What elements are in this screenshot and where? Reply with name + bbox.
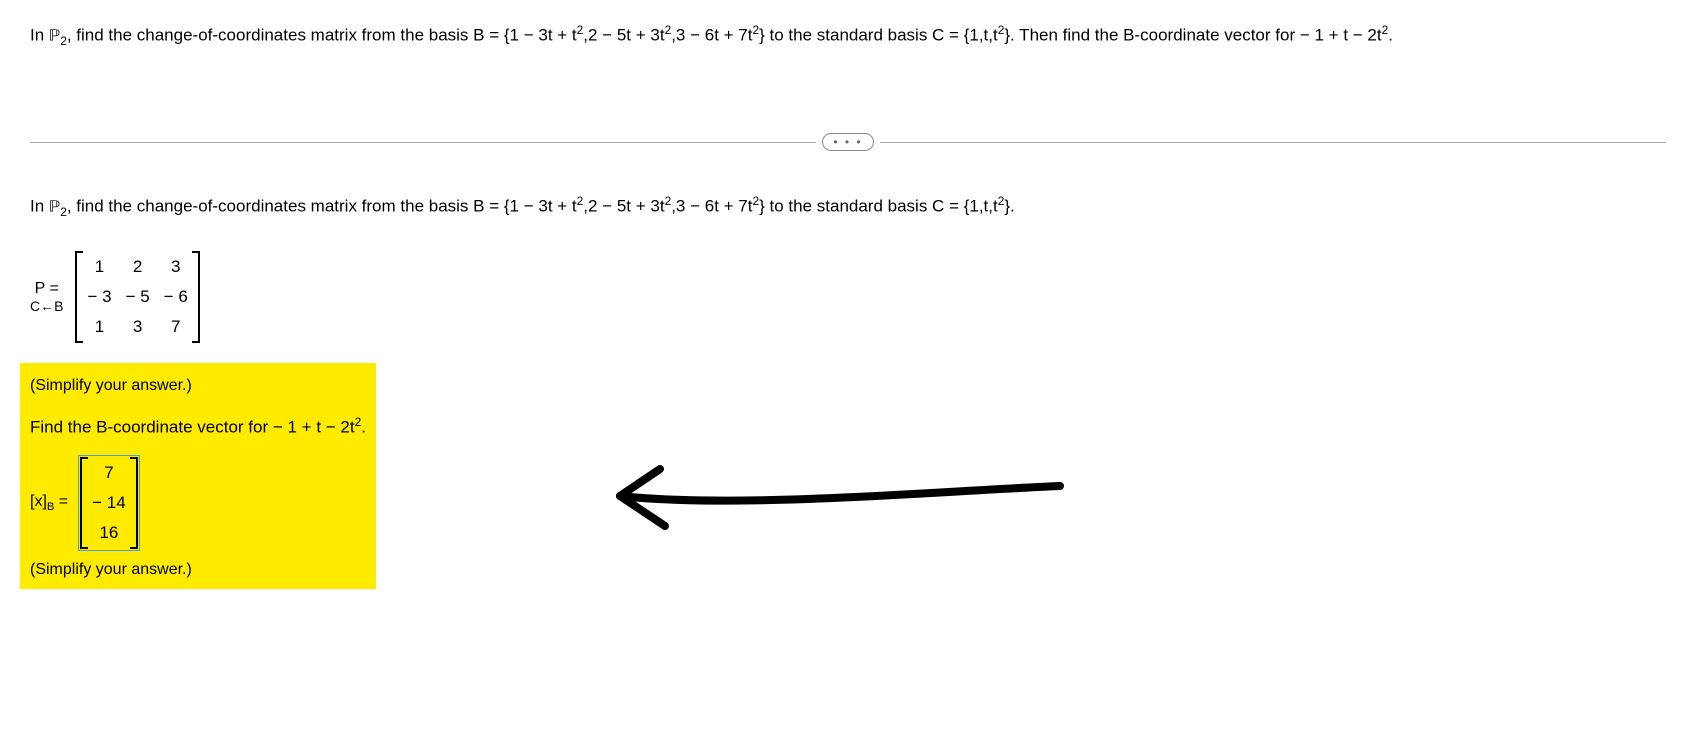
text: ,3 − 6t + 7t [671, 197, 752, 216]
p-symbol: ℙ [49, 29, 60, 46]
p-label: P = C←B [30, 280, 63, 314]
simplify-note-2: (Simplify your answer.) [30, 561, 366, 579]
text: ,2 − 5t + 3t [583, 197, 664, 216]
bracket-right [130, 457, 138, 549]
question-top-line: In ℙ2, find the change-of-coordinates ma… [30, 20, 1666, 53]
text: , find the change-of-coordinates matrix … [67, 197, 504, 216]
bracket-left [80, 457, 88, 549]
p-matrix-row: P = C←B 1 2 3 − 3 − 5 − 6 1 3 7 [30, 251, 1666, 343]
text: [x] [30, 493, 47, 510]
simplify-note-1: (Simplify your answer.) [30, 377, 366, 395]
text: to the standard basis C = [765, 197, 964, 216]
text: ,3 − 6t + 7t [671, 26, 752, 45]
text: . [1010, 197, 1015, 216]
cell: 16 [92, 523, 126, 543]
cell: 7 [164, 317, 188, 337]
highlight-block: (Simplify your answer.) Find the B-coord… [20, 363, 376, 590]
bracket-left [75, 251, 83, 343]
divider-pill[interactable]: • • • [822, 133, 873, 151]
text: . [361, 417, 366, 436]
p-label-bottom: C←B [30, 298, 63, 314]
p-symbol: ℙ [49, 200, 60, 217]
sub: 2 [60, 34, 67, 48]
x-vector-cells: 7 − 14 16 [88, 457, 130, 549]
arrow-annotation-icon [560, 451, 1080, 541]
find-b-line: Find the B-coordinate vector for − 1 + t… [30, 415, 366, 438]
basis-b-open: {1 − 3t + t [504, 197, 577, 216]
text: = [54, 493, 68, 510]
xb-label: [x]B = [30, 493, 68, 513]
text: ,2 − 5t + 3t [583, 26, 664, 45]
text: Find the B-coordinate vector for − 1 + t… [30, 417, 355, 436]
cell: − 5 [126, 287, 150, 307]
p-matrix-cells: 1 2 3 − 3 − 5 − 6 1 3 7 [83, 251, 191, 343]
basis-b-open: {1 − 3t + t [504, 26, 577, 45]
basis-c-open: {1,t,t [964, 197, 998, 216]
bracket-right [192, 251, 200, 343]
main-content: In ℙ2, find the change-of-coordinates ma… [30, 191, 1666, 589]
sub: 2 [60, 205, 67, 219]
cell: − 14 [92, 493, 126, 513]
basis-c-open: {1,t,t [964, 26, 998, 45]
cell: − 6 [164, 287, 188, 307]
text: In [30, 197, 49, 216]
text: , find the change-of-coordinates matrix … [67, 26, 504, 45]
text: In [30, 26, 49, 45]
divider-line-right [880, 142, 1666, 143]
cell: − 3 [87, 287, 111, 307]
x-vector: 7 − 14 16 [80, 457, 138, 549]
cell: 1 [87, 317, 111, 337]
question-top: In ℙ2, find the change-of-coordinates ma… [30, 20, 1666, 53]
text: . Then find the B-coordinate vector for … [1010, 26, 1382, 45]
p-matrix: 1 2 3 − 3 − 5 − 6 1 3 7 [75, 251, 199, 343]
xb-row: [x]B = 7 − 14 16 [30, 455, 366, 551]
text: to the standard basis C = [765, 26, 964, 45]
text: . [1388, 26, 1393, 45]
answer-box[interactable]: 7 − 14 16 [78, 455, 140, 551]
divider: • • • [30, 133, 1666, 151]
divider-line-left [30, 142, 816, 143]
cell: 1 [87, 257, 111, 277]
cell: 3 [126, 317, 150, 337]
cell: 3 [164, 257, 188, 277]
question-mid-line: In ℙ2, find the change-of-coordinates ma… [30, 191, 1666, 224]
cell: 7 [92, 463, 126, 483]
cell: 2 [126, 257, 150, 277]
p-label-top: P = [35, 280, 59, 298]
